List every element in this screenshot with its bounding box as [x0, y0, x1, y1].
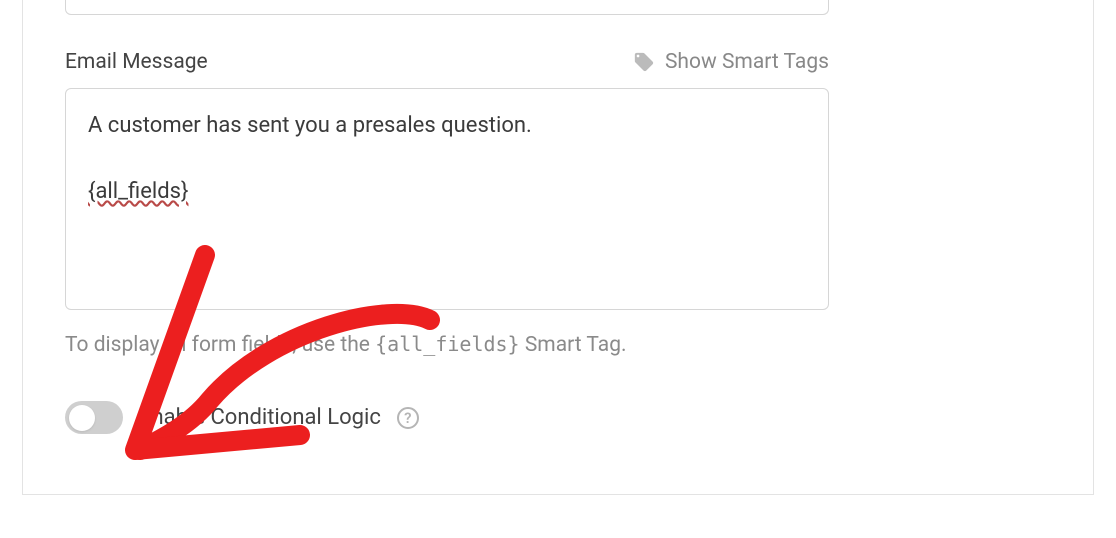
- conditional-logic-row: Enable Conditional Logic ?: [65, 401, 1051, 434]
- conditional-logic-label: Enable Conditional Logic: [139, 405, 381, 430]
- previous-field-bottom: [65, 0, 829, 15]
- hint-suffix: Smart Tag.: [520, 333, 627, 357]
- toggle-knob: [69, 405, 95, 431]
- editor-tag-line: {all_fields}: [88, 175, 806, 208]
- email-message-hint: To display all form fields, use the {all…: [65, 332, 1051, 357]
- editor-smart-tag: {all_fields}: [88, 179, 188, 204]
- hint-code: {all_fields}: [375, 332, 520, 356]
- email-message-label-row: Email Message Show Smart Tags: [65, 50, 829, 74]
- settings-panel: Email Message Show Smart Tags A customer…: [22, 0, 1094, 495]
- show-smart-tags-link[interactable]: Show Smart Tags: [633, 50, 829, 74]
- conditional-logic-toggle[interactable]: [65, 401, 123, 434]
- editor-line-1: A customer has sent you a presales quest…: [88, 109, 806, 142]
- hint-prefix: To display all form fields, use the: [65, 333, 375, 357]
- email-message-editor[interactable]: A customer has sent you a presales quest…: [65, 88, 829, 310]
- tag-icon: [633, 51, 655, 73]
- show-smart-tags-text: Show Smart Tags: [665, 50, 829, 74]
- email-message-label: Email Message: [65, 50, 208, 74]
- help-icon[interactable]: ?: [397, 407, 419, 429]
